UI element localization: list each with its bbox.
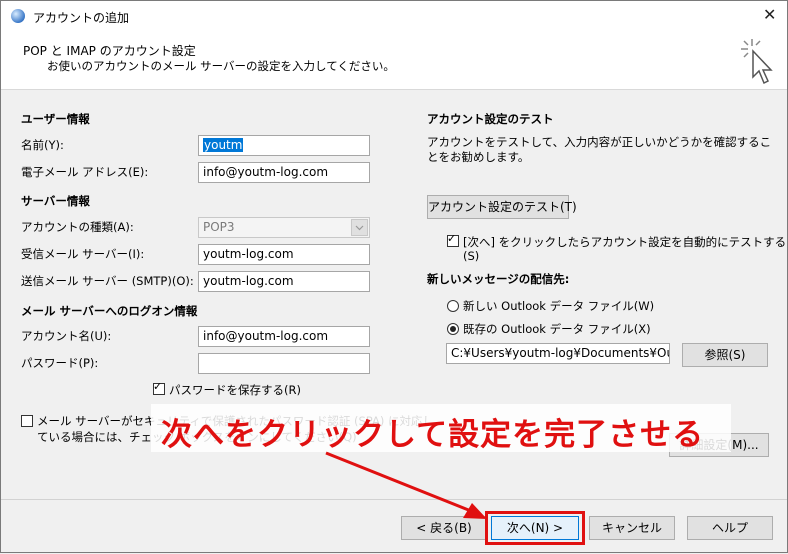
- auto-test-label: [次へ] をクリックしたらアカウント設定を自動的にテストする: [463, 235, 787, 249]
- data-file-path-input[interactable]: C:¥Users¥youtm-log¥Documents¥Out: [446, 343, 670, 364]
- server-info-heading: サーバー情報: [21, 194, 90, 208]
- radio-selected-dot: [450, 326, 456, 332]
- existing-data-file-radio[interactable]: [447, 323, 459, 335]
- outgoing-server-input[interactable]: youtm-log.com: [198, 271, 370, 292]
- spa-checkbox[interactable]: [21, 415, 33, 427]
- annotation-text: 次へをクリックして設定を完了させる: [161, 417, 705, 453]
- cancel-button[interactable]: キャンセル: [589, 516, 675, 540]
- account-dialog: アカウントの追加 ✕ POP と IMAP のアカウント設定 お使いのアカウント…: [0, 0, 788, 553]
- title-bar: アカウントの追加 ✕: [1, 1, 787, 31]
- incoming-server-input[interactable]: youtm-log.com: [198, 244, 370, 265]
- account-name-input[interactable]: info@youtm-log.com: [198, 326, 370, 347]
- chevron-down-icon: [351, 219, 368, 236]
- incoming-server-label: 受信メール サーバー(I):: [21, 247, 145, 261]
- auto-test-checkbox[interactable]: ✓: [447, 232, 459, 247]
- account-name-label: アカウント名(U):: [21, 329, 112, 343]
- test-account-button[interactable]: アカウント設定のテスト(T): [427, 195, 577, 219]
- name-input[interactable]: youtm: [198, 135, 370, 156]
- account-type-label: アカウントの種類(A):: [21, 220, 134, 234]
- back-button[interactable]: < 戻る(B): [401, 516, 487, 540]
- remember-password-checkbox[interactable]: ✓: [153, 380, 165, 395]
- email-input[interactable]: info@youtm-log.com: [198, 162, 370, 183]
- new-data-file-label: 新しい Outlook データ ファイル(W): [463, 299, 655, 313]
- help-button[interactable]: ヘルプ: [687, 516, 773, 540]
- name-input-value: youtm: [203, 138, 244, 152]
- browse-button[interactable]: 参照(S): [682, 343, 768, 367]
- test-heading: アカウント設定のテスト: [427, 112, 554, 126]
- checkmark-icon: ✓: [153, 380, 163, 393]
- name-label: 名前(Y):: [21, 138, 64, 152]
- header-title: POP と IMAP のアカウント設定: [23, 44, 196, 58]
- existing-data-file-label: 既存の Outlook データ ファイル(X): [463, 322, 651, 336]
- new-data-file-radio[interactable]: [447, 300, 459, 312]
- dialog-header: POP と IMAP のアカウント設定 お使いのアカウントのメール サーバーの設…: [1, 31, 787, 90]
- account-type-value: POP3: [203, 220, 235, 234]
- next-button-highlight: [485, 511, 585, 545]
- close-icon[interactable]: ✕: [763, 5, 776, 25]
- wizard-cursor-icon: [741, 39, 773, 85]
- email-label: 電子メール アドレス(E):: [21, 165, 149, 179]
- auto-test-label-accel: (S): [463, 249, 480, 263]
- footer-divider: [1, 499, 787, 500]
- remember-password-label: パスワードを保存する(R): [169, 383, 301, 397]
- outgoing-server-label: 送信メール サーバー (SMTP)(O):: [21, 274, 194, 288]
- window-title: アカウントの追加: [33, 11, 130, 25]
- password-input[interactable]: [198, 353, 370, 374]
- password-label: パスワード(P):: [21, 356, 99, 370]
- header-subtitle: お使いのアカウントのメール サーバーの設定を入力してください。: [47, 59, 395, 73]
- account-type-select[interactable]: POP3: [198, 217, 370, 238]
- delivery-heading: 新しいメッセージの配信先:: [427, 272, 570, 286]
- outlook-globe-icon: [11, 9, 25, 23]
- logon-info-heading: メール サーバーへのログオン情報: [21, 304, 198, 318]
- checkmark-icon: ✓: [447, 232, 457, 245]
- test-description: アカウントをテストして、入力内容が正しいかどうかを確認することをお勧めします。: [427, 135, 772, 164]
- user-info-heading: ユーザー情報: [21, 112, 90, 126]
